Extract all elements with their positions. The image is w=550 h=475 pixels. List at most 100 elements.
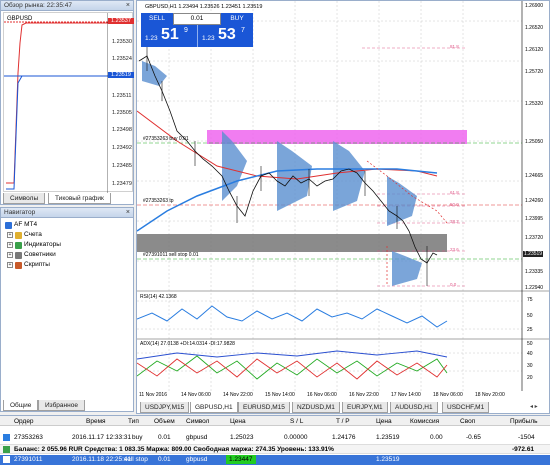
balance-row: Баланс: 2 055.96 RUR Средства: 1 083.35 …	[0, 444, 550, 454]
scroll-tabs-arrows[interactable]: ◂ ▸	[530, 403, 538, 410]
price-axis-label: 1.24665	[525, 173, 544, 179]
cell-current-price: 1.23519	[376, 456, 400, 463]
cell-swap: -0.65	[466, 434, 481, 441]
buy-price-small: 1.23	[202, 35, 215, 42]
col-sl[interactable]: S / L	[290, 417, 303, 426]
experts-icon	[15, 251, 22, 259]
lot-input[interactable]: 0.01	[173, 13, 221, 25]
price-axis-label: 1.23995	[525, 216, 544, 222]
col-swap[interactable]: Своп	[460, 417, 475, 426]
tab-audusd-h1[interactable]: AUDUSD,H1	[390, 402, 438, 413]
sell-button[interactable]: SELL	[141, 13, 173, 25]
tree-item-label: Счета	[24, 231, 42, 238]
fib-level-label: 0.0	[450, 282, 457, 287]
expand-icon[interactable]: +	[7, 262, 13, 268]
tab-eurusd-m15[interactable]: EURUSD,M15	[238, 402, 290, 413]
buy-label: BUY	[230, 15, 244, 22]
market-watch-title: Обзор рынка: 22:35:47	[1, 1, 133, 11]
col-order[interactable]: Ордер	[14, 417, 34, 426]
fib-level-label: 38.2	[450, 219, 459, 224]
price-axis-label: 1.22940	[525, 285, 544, 291]
tree-item-terminal[interactable]: AF MT4	[5, 220, 37, 230]
col-type[interactable]: Тип	[128, 417, 139, 426]
cell-time: 2016.11.18 22:25:41	[72, 456, 132, 463]
adx-axis-label: 40	[527, 351, 533, 357]
tree-item-label: AF MT4	[14, 221, 38, 228]
col-time[interactable]: Время	[86, 417, 106, 426]
terminal-header-row: Ордер Время Тип Объем Символ Цена S / L …	[0, 416, 550, 426]
table-row[interactable]: 27353263 2016.11.17 12:33:31 buy 0.01 gb…	[0, 433, 550, 443]
fib-level-label: 50.0	[450, 202, 459, 207]
time-axis-label: 16 Nov 06:00	[307, 392, 337, 398]
terminal-icon	[5, 221, 12, 229]
tab-usdjpy-m15[interactable]: USDJPY,M15	[140, 402, 190, 413]
order-label-tp[interactable]: #27353263 tp	[143, 198, 174, 204]
tab-usdchf-m1[interactable]: USDCHF,M1	[442, 402, 490, 413]
tree-item-indicators[interactable]: + Индикаторы	[7, 240, 61, 250]
col-symbol[interactable]: Символ	[186, 417, 209, 426]
tree-item-experts[interactable]: + Советники	[7, 250, 56, 260]
fib-level-label: 81.8	[450, 44, 459, 49]
expand-icon[interactable]: +	[7, 242, 13, 248]
fib-level-label: 61.8	[450, 190, 459, 195]
time-axis-label: 11 Nov 2016	[139, 392, 167, 398]
tree-item-label: Скрипты	[24, 261, 50, 268]
tick-price-highlight-top: 1.23537	[108, 18, 134, 24]
tab-favorites[interactable]: Избранное	[38, 400, 85, 411]
cell-volume: 0.01	[158, 434, 171, 441]
tick-price-label: 1.23498	[112, 127, 132, 133]
chart-window[interactable]: GBPUSD,H1 1.23494 1.23526 1.23451 1.2351…	[136, 0, 550, 414]
cell-commission: 0.00	[430, 434, 443, 441]
order-label-sell-stop[interactable]: #27391011 sell stop 0.01	[143, 252, 199, 258]
tab-eurjpy-m1[interactable]: EURJPY,M1	[342, 402, 388, 413]
col-price[interactable]: Цена	[230, 417, 246, 426]
tree-item-scripts[interactable]: + Скрипты	[7, 260, 50, 270]
tab-tick-chart[interactable]: Тиковый график	[48, 193, 111, 204]
close-icon[interactable]: ×	[126, 208, 130, 218]
sell-price-box[interactable]: 1.23 51 9	[141, 25, 197, 47]
time-axis-label: 18 Nov 20:00	[475, 392, 505, 398]
tree-item-accounts[interactable]: + Счета	[7, 230, 42, 240]
col-volume[interactable]: Объем	[154, 417, 175, 426]
cell-time: 2016.11.17 12:33:31	[72, 434, 132, 441]
close-icon[interactable]: ×	[126, 1, 130, 11]
current-price-tag: 1.23519	[523, 251, 544, 257]
order-label-buy[interactable]: #27353263 buy 0.01	[143, 136, 189, 142]
tab-symbols[interactable]: Символы	[3, 193, 46, 204]
expand-icon[interactable]: +	[7, 232, 13, 238]
time-axis-label: 15 Nov 14:00	[265, 392, 295, 398]
tab-gbpusd-h1[interactable]: GBPUSD,H1	[190, 402, 238, 413]
cell-volume: 0.01	[158, 456, 171, 463]
tick-price-label: 1.23492	[112, 145, 132, 151]
tab-nzdusd-m1[interactable]: NZDUSD,M1	[292, 402, 340, 413]
col-profit[interactable]: Прибыль	[510, 417, 538, 426]
col-tp[interactable]: T / P	[336, 417, 350, 426]
tick-price-label: 1.23524	[112, 56, 132, 62]
expand-icon[interactable]: +	[7, 252, 13, 258]
adx-indicator-label: ADX(14) 27.0138 +DI:14.0314 -DI:17.9828	[140, 341, 235, 347]
buy-price-box[interactable]: 1.23 53 7	[197, 25, 253, 47]
chart-header: GBPUSD,H1 1.23494 1.23526 1.23451 1.2351…	[145, 4, 263, 10]
tick-price-highlight-bid: 1.23519	[108, 72, 134, 78]
time-axis-label: 16 Nov 22:00	[349, 392, 379, 398]
col-current-price[interactable]: Цена	[376, 417, 392, 426]
fib-level-label: 23.6	[450, 247, 459, 252]
buy-button[interactable]: BUY	[221, 13, 253, 25]
cell-tp: 1.24176	[332, 434, 356, 441]
cell-type: buy	[132, 434, 143, 441]
cell-type: sell stop	[124, 456, 148, 463]
price-axis-label: 1.23720	[525, 235, 544, 241]
indicators-icon	[15, 241, 22, 249]
sell-price-small: 1.23	[145, 35, 158, 42]
price-axis-label: 1.25320	[525, 101, 544, 107]
tab-general[interactable]: Общие	[3, 400, 39, 411]
table-row-selected[interactable]: 27391011 2016.11.18 22:25:41 sell stop 0…	[0, 455, 550, 465]
tick-price-label: 1.23530	[112, 39, 132, 45]
tree-item-label: Советники	[24, 251, 56, 258]
time-axis-label: 18 Nov 06:00	[433, 392, 463, 398]
col-commission[interactable]: Комиссия	[410, 417, 439, 426]
tick-price-label: 1.23511	[112, 93, 132, 99]
terminal-panel: Ордер Время Тип Объем Символ Цена S / L …	[0, 415, 550, 475]
navigator-panel: Навигатор × AF MT4 + Счета + Индикаторы …	[0, 207, 134, 412]
cell-order: 27391011	[14, 456, 43, 463]
